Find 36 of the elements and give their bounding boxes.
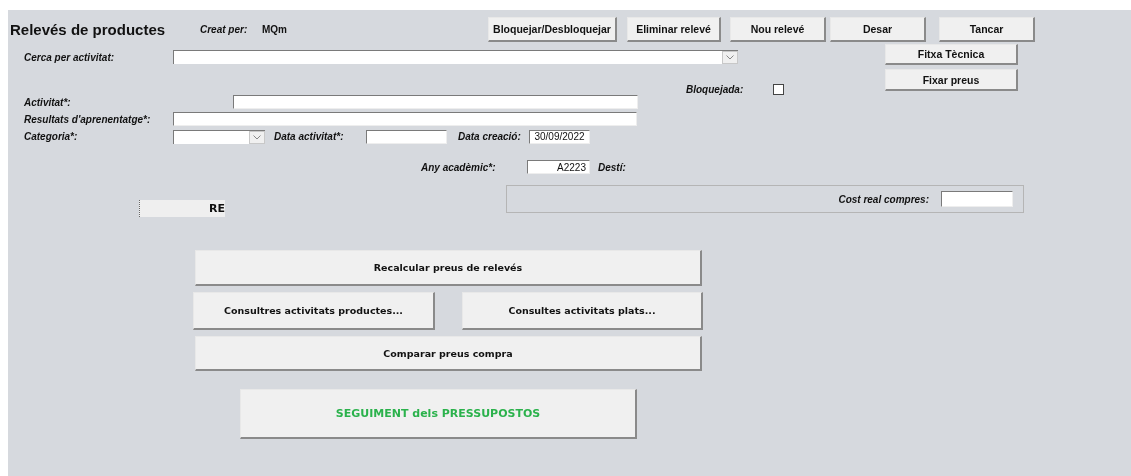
cost-field[interactable] (941, 191, 1013, 207)
academic-year-field[interactable]: A2223 (527, 160, 590, 174)
cost-label: Cost real compres: (838, 193, 929, 205)
outcomes-field[interactable] (173, 112, 637, 126)
outcomes-label: Resultats d'aprenentatge*: (24, 113, 152, 125)
side-button[interactable]: Fitxa Tècnica (885, 44, 1018, 65)
activity-date-label: Data activitat*: (274, 131, 345, 142)
locked-checkbox[interactable] (773, 83, 784, 95)
toolbar-button[interactable]: Bloquejar/Desbloquejar (488, 16, 617, 42)
destination-label: Destí: (598, 161, 626, 173)
report-label-box: RE (139, 200, 225, 217)
toolbar-button[interactable]: Desar (830, 16, 926, 42)
action-button[interactable]: Comparar preus compra (195, 336, 702, 371)
creation-date-field[interactable]: 30/09/2022 (529, 129, 590, 144)
search-label: Cerca per activitat: (24, 51, 116, 63)
category-label: Categoria*: (24, 131, 79, 142)
toolbar-button[interactable]: Tancar (939, 16, 1035, 42)
creator-value: MQm (262, 23, 288, 35)
activity-date-field[interactable] (366, 129, 447, 144)
action-button[interactable]: Consultes activitats plats... (462, 292, 703, 330)
locked-label: Bloquejada: (686, 83, 745, 95)
creation-date-label: Data creació: (458, 131, 522, 142)
action-button[interactable]: Recalcular preus de relevés (195, 250, 702, 286)
category-combo[interactable] (173, 129, 265, 144)
dropdown-icon (253, 134, 261, 140)
activity-field[interactable] (233, 95, 638, 109)
dropdown-icon (726, 55, 734, 60)
toolbar-button[interactable]: Nou relevé (730, 16, 826, 42)
academic-year-label: Any acadèmic*: (421, 161, 497, 173)
side-button[interactable]: Fixar preus (885, 69, 1018, 91)
toolbar-button[interactable]: Eliminar relevé (627, 16, 721, 42)
action-button[interactable]: Consultres activitats productes... (193, 292, 435, 330)
activity-label: Activitat*: (24, 96, 72, 108)
search-combo[interactable] (173, 50, 738, 64)
form-title: Relevés de productes (10, 20, 167, 38)
creator-label: Creat per: (200, 23, 249, 35)
